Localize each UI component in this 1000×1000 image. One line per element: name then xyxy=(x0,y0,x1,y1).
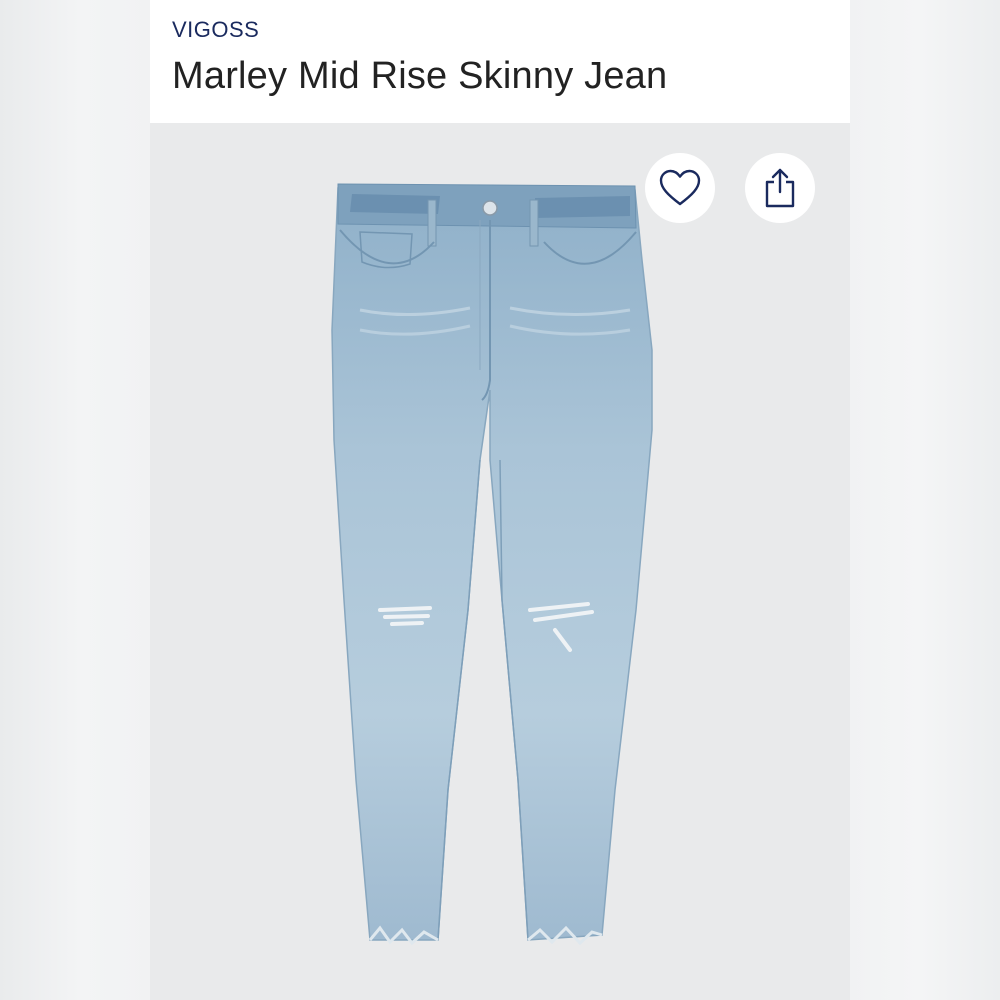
product-image-area xyxy=(150,123,850,1000)
share-button[interactable] xyxy=(745,153,815,223)
brand-name[interactable]: VIGOSS xyxy=(172,17,259,43)
product-card: VIGOSS Marley Mid Rise Skinny Jean xyxy=(150,0,850,1000)
page: VIGOSS Marley Mid Rise Skinny Jean xyxy=(0,0,1000,1000)
jeans-product-image xyxy=(331,183,653,946)
share-upload-icon xyxy=(765,168,795,208)
product-header: VIGOSS Marley Mid Rise Skinny Jean xyxy=(150,0,850,123)
product-title: Marley Mid Rise Skinny Jean xyxy=(172,55,668,97)
